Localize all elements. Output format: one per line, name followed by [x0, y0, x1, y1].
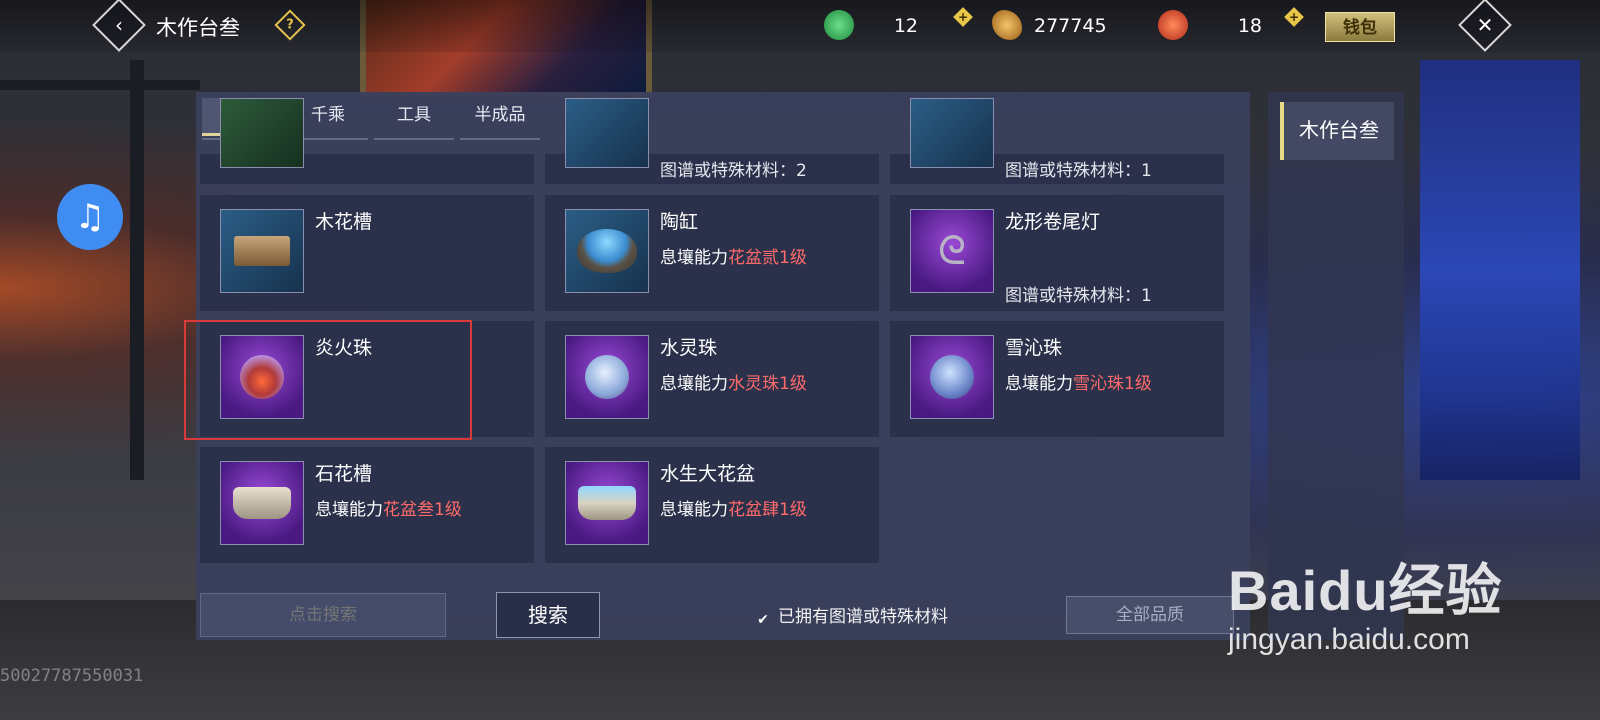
water-planter-icon: [565, 461, 649, 545]
recipe-requirement: 息壤能力花盆贰1级: [660, 248, 807, 268]
wood-planter-icon: [220, 209, 304, 293]
recipe-item-icon: [565, 98, 649, 168]
search-button[interactable]: 搜索: [496, 592, 600, 638]
recipe-requirement: 息壤能力花盆叁1级: [315, 500, 462, 520]
token-currency-icon: [1158, 10, 1188, 40]
coin-currency-value: 277745: [1034, 15, 1107, 37]
check-icon: ✔: [757, 612, 769, 628]
plus-icon: +: [1288, 10, 1300, 24]
watermark-url: jingyan.baidu.com: [1228, 623, 1470, 656]
recipe-card-snow-orb[interactable]: 雪沁珠 息壤能力雪沁珠1级: [890, 321, 1224, 437]
recipe-name: 龙形卷尾灯: [1005, 211, 1101, 233]
recipe-card-ceramic-vat[interactable]: 陶缸 息壤能力花盆贰1级: [545, 195, 879, 311]
owned-filter-label: 已拥有图谱或特殊材料: [778, 607, 948, 627]
workbench-tab[interactable]: 木作台叁: [1280, 102, 1394, 160]
tab-tools[interactable]: 工具: [374, 98, 454, 136]
recipe-card-dragon-lamp[interactable]: ᘓ 龙形卷尾灯 图谱或特殊材料：1: [890, 195, 1224, 311]
plus-icon: +: [957, 10, 969, 24]
tab-divider: [460, 138, 540, 140]
help-button[interactable]: ?: [274, 9, 306, 41]
recipe-item-icon: [910, 98, 994, 168]
recipe-card-water-orb[interactable]: 水灵珠 息壤能力水灵珠1级: [545, 321, 879, 437]
currency-coin: 277745: [992, 10, 1112, 42]
recipe-card[interactable]: 图谱或特殊材料：2: [545, 98, 879, 184]
recipe-name: 石花槽: [315, 463, 373, 485]
recipe-card-water-planter[interactable]: 水生大花盆 息壤能力花盆肆1级: [545, 447, 879, 563]
recipe-card-stone-planter[interactable]: 石花槽 息壤能力花盆叁1级: [200, 447, 534, 563]
music-note-icon: ♫: [74, 197, 106, 237]
search-input[interactable]: [200, 593, 446, 637]
owned-filter-checkbox[interactable]: ✔ 已拥有图谱或特殊材料: [754, 602, 948, 629]
player-uid: 50027787550031: [0, 666, 144, 686]
recipe-requirement: 息壤能力水灵珠1级: [660, 374, 807, 394]
recipe-name: 雪沁珠: [1005, 337, 1063, 359]
add-token-button[interactable]: +: [1284, 7, 1304, 27]
quality-dropdown[interactable]: 全部品质: [1066, 596, 1234, 634]
watermark: Baidu经验 jingyan.baidu.com: [1228, 546, 1503, 657]
recipe-name: 陶缸: [660, 211, 699, 233]
tab-divider: [374, 138, 454, 140]
background-window: [1420, 60, 1580, 480]
music-button[interactable]: ♫: [57, 184, 123, 250]
page-title: 木作台叁: [156, 16, 240, 40]
jade-currency-icon: [824, 10, 854, 40]
recipe-card-wood-planter[interactable]: 木花槽: [200, 195, 534, 311]
back-button[interactable]: ‹: [92, 0, 146, 52]
recipe-materials: 图谱或特殊材料：1: [1005, 286, 1152, 306]
recipe-requirement: 息壤能力雪沁珠1级: [1005, 374, 1152, 394]
watermark-logo: Baidu经验: [1228, 559, 1503, 622]
recipe-requirement: 息壤能力花盆肆1级: [660, 500, 807, 520]
currency-jade: 12: [824, 10, 924, 42]
recipe-name: 水灵珠: [660, 337, 718, 359]
question-icon: ?: [286, 17, 294, 33]
ceramic-vat-icon: [565, 209, 649, 293]
close-button[interactable]: ✕: [1458, 0, 1512, 52]
close-icon: ✕: [1476, 13, 1494, 37]
recipe-name: 木花槽: [315, 211, 373, 233]
recipe-name: 水生大花盆: [660, 463, 756, 485]
wallet-button[interactable]: 钱包: [1325, 12, 1395, 42]
coin-currency-icon: [992, 10, 1022, 40]
recipe-card[interactable]: [200, 98, 534, 184]
recipe-item-icon: [220, 98, 304, 168]
water-orb-icon: [565, 335, 649, 419]
recipe-materials: 图谱或特殊材料：1: [1005, 161, 1152, 181]
dragon-lamp-icon: ᘓ: [910, 209, 994, 293]
token-currency-value: 18: [1237, 15, 1262, 37]
tab-semi-finished[interactable]: 半成品: [460, 98, 540, 136]
top-bar: ‹ 木作台叁 ? 12 + 277745 18 + 钱包 ✕: [0, 0, 1600, 52]
recipe-materials: 图谱或特殊材料：2: [660, 161, 807, 181]
back-icon: ‹: [115, 13, 123, 37]
currency-token: 18: [1158, 10, 1268, 42]
selection-highlight: [184, 320, 472, 440]
background-beam: [130, 60, 144, 480]
snow-orb-icon: [910, 335, 994, 419]
background-beam: [0, 80, 200, 90]
recipe-card[interactable]: 图谱或特殊材料：1: [890, 98, 1224, 184]
add-jade-button[interactable]: +: [953, 7, 973, 27]
jade-currency-value: 12: [893, 15, 918, 37]
stone-planter-icon: [220, 461, 304, 545]
